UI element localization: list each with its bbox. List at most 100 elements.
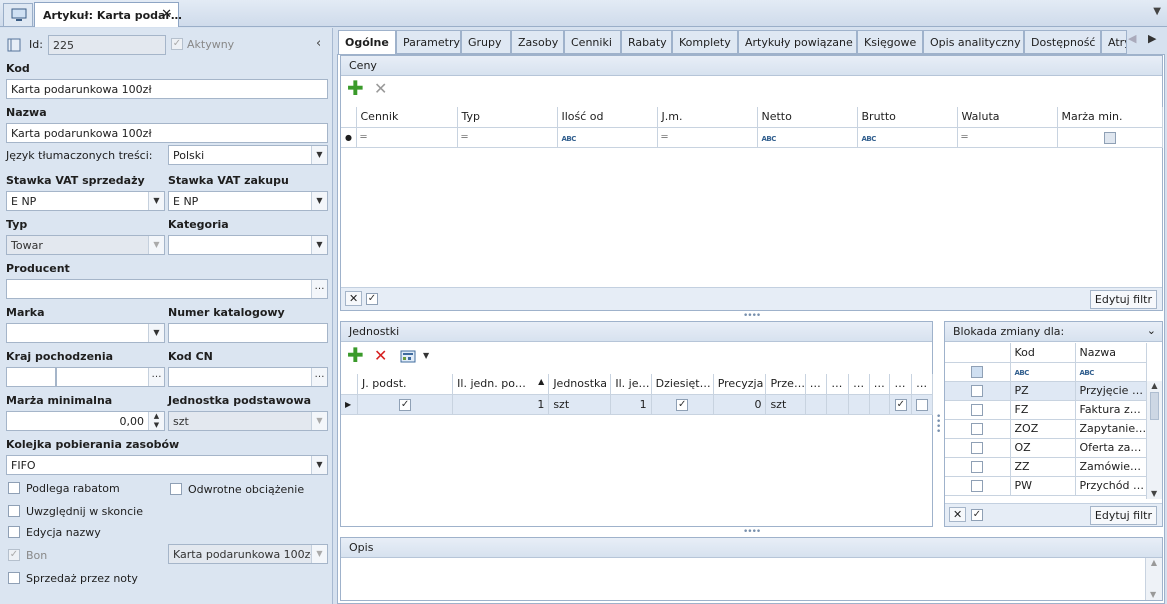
ellipsis-button[interactable]: … [148,368,164,386]
checkbox-icon[interactable] [916,398,929,411]
kod-cell[interactable]: FZ [1010,400,1076,420]
chevron-down-icon[interactable]: ▼ [311,236,327,254]
chevron-down-icon[interactable]: ▼ [1153,6,1161,17]
nazwa-cell[interactable]: Przychód … [1075,476,1147,496]
checkbox-icon[interactable] [971,480,984,492]
kraj-code-input[interactable] [6,367,56,387]
scroll-down-icon[interactable]: ▼ [1150,590,1156,599]
tab-komplety[interactable]: Komplety [672,30,738,54]
nazwa-cell[interactable]: Faktura z… [1075,400,1147,420]
filter-equals-icon[interactable]: ═ [957,127,1058,148]
ellipsis-button[interactable]: … [311,368,327,386]
podlega-rabatom-checkbox[interactable]: Podlega rabatom [8,481,120,495]
kod-cell[interactable]: OZ [1010,438,1076,458]
kod-cell[interactable]: ZZ [1010,457,1076,477]
row-checkbox[interactable] [945,457,1011,477]
filter-abc-icon[interactable]: ABC [1010,362,1076,382]
checkbox-icon[interactable] [8,505,20,517]
chevron-down-icon[interactable]: ⌄ [1147,324,1156,337]
jednostka-cell[interactable]: szt [548,394,612,415]
clear-filter-icon[interactable]: ✕ [345,291,363,306]
uwzglednij-checkbox[interactable]: Uwzględnij w skoncie [8,504,143,518]
table-row[interactable]: ▶ ✓ 1 szt 1 ✓ 0 szt ✓ [341,394,933,415]
vat-zakupu-select[interactable]: E NP ▼ [168,191,328,211]
col-jednostka[interactable]: Jednostka [548,374,612,395]
nazwa-cell[interactable]: Zamówie… [1075,457,1147,477]
filter-abc-icon[interactable]: ABC [857,127,958,148]
edit-filter-button[interactable]: Edytuj filtr [1089,506,1157,525]
producent-input[interactable]: … [6,279,328,299]
col-precyzja[interactable]: Precyzja [713,374,767,395]
opis-scrollbar[interactable]: ▲ ▼ [1145,558,1162,600]
checkbox-icon[interactable] [971,442,984,454]
kod-cell[interactable]: PW [1010,476,1076,496]
home-tab[interactable] [3,3,33,26]
tab-atrybuty[interactable]: Atry [1101,30,1127,54]
empty-cell[interactable] [869,394,891,415]
filter-enabled-checkbox[interactable]: ✓ [971,509,983,521]
row-checkbox[interactable] [945,476,1011,496]
opis-textarea[interactable] [341,558,1145,600]
col-j-podst[interactable]: J. podst. [357,374,454,395]
filter-equals-icon[interactable]: ═ [657,127,758,148]
scroll-thumb[interactable] [1150,392,1159,420]
marza-spinner[interactable]: 0,00 ▲ ▼ [6,411,165,431]
col-more[interactable]: … [889,374,913,395]
col-il-je[interactable]: Il. je… [610,374,652,395]
col-marza-min[interactable]: Marża min. [1057,107,1163,128]
tab-grupy[interactable]: Grupy [461,30,511,54]
chevron-down-icon[interactable]: ▼ [148,192,164,210]
add-icon[interactable]: ✚ [347,78,364,98]
scroll-up-icon[interactable]: ▲ [1147,381,1162,390]
tab-scroll-left-icon[interactable]: ◀ [1128,32,1136,45]
checkbox-icon[interactable] [971,423,984,435]
table-row[interactable]: ZZ Zamówie… [945,457,1147,477]
clear-filter-icon[interactable]: ✕ [949,507,967,522]
checkbox-icon[interactable] [170,483,182,495]
checkbox-cell[interactable]: ✓ [889,394,913,415]
kolejka-select[interactable]: FIFO ▼ [6,455,328,475]
row-checkbox[interactable] [945,438,1011,458]
tab-scroll-right-icon[interactable]: ▶ [1148,32,1156,45]
chevron-down-icon[interactable]: ▼ [148,324,164,342]
col-more[interactable]: … [805,374,828,395]
kod-input[interactable]: Karta podarunkowa 100zł [6,79,328,99]
checkbox-cell[interactable] [911,394,933,415]
col-more[interactable]: … [911,374,933,395]
vertical-scrollbar[interactable]: ▲ ▼ [1146,381,1162,499]
checkbox-icon[interactable] [971,404,984,416]
filter-abc-icon[interactable]: ABC [757,127,858,148]
checkbox-icon[interactable] [8,526,20,538]
odwrotne-checkbox[interactable]: Odwrotne obciążenie [170,482,304,496]
edit-filter-button[interactable]: Edytuj filtr [1089,290,1157,309]
col-waluta[interactable]: Waluta [957,107,1058,128]
checkbox-icon[interactable] [8,572,20,584]
empty-cell[interactable] [848,394,870,415]
filter-abc-icon[interactable]: ABC [1075,362,1147,382]
empty-cell[interactable] [805,394,828,415]
col-il-jedn-po[interactable]: Il. jedn. po… ▲ [452,374,550,395]
table-row[interactable]: PW Przychód … [945,476,1147,496]
filter-equals-icon[interactable]: ═ [457,127,558,148]
add-icon[interactable]: ✚ [347,345,364,365]
chevron-down-icon[interactable]: ▼ [311,192,327,210]
j-podst-cell[interactable]: ✓ [357,394,454,415]
tab-artykuly-powiazane[interactable]: Artykuły powiązane [738,30,857,54]
table-row[interactable]: FZ Faktura z… [945,400,1147,420]
tab-ogolne[interactable]: Ogólne [338,30,396,55]
chevron-left-icon[interactable]: ‹ [316,36,321,51]
precyzja-cell[interactable]: 0 [713,394,767,415]
row-checkbox[interactable] [945,419,1011,439]
spinner-arrows-icon[interactable]: ▲ ▼ [148,412,164,430]
kraj-name-input[interactable]: … [56,367,165,387]
col-nazwa[interactable]: Nazwa [1075,343,1147,363]
nazwa-input[interactable]: Karta podarunkowa 100zł [6,123,328,143]
table-row[interactable]: ZOZ Zapytanie… [945,419,1147,439]
edycja-checkbox[interactable]: Edycja nazwy [8,525,101,539]
kategoria-select[interactable]: ▼ [168,235,328,255]
filter-checkbox[interactable] [945,362,1011,382]
numer-katalogowy-input[interactable] [168,323,328,343]
col-more[interactable]: … [869,374,891,395]
kod-cn-input[interactable]: … [168,367,328,387]
kod-cell[interactable]: ZOZ [1010,419,1076,439]
